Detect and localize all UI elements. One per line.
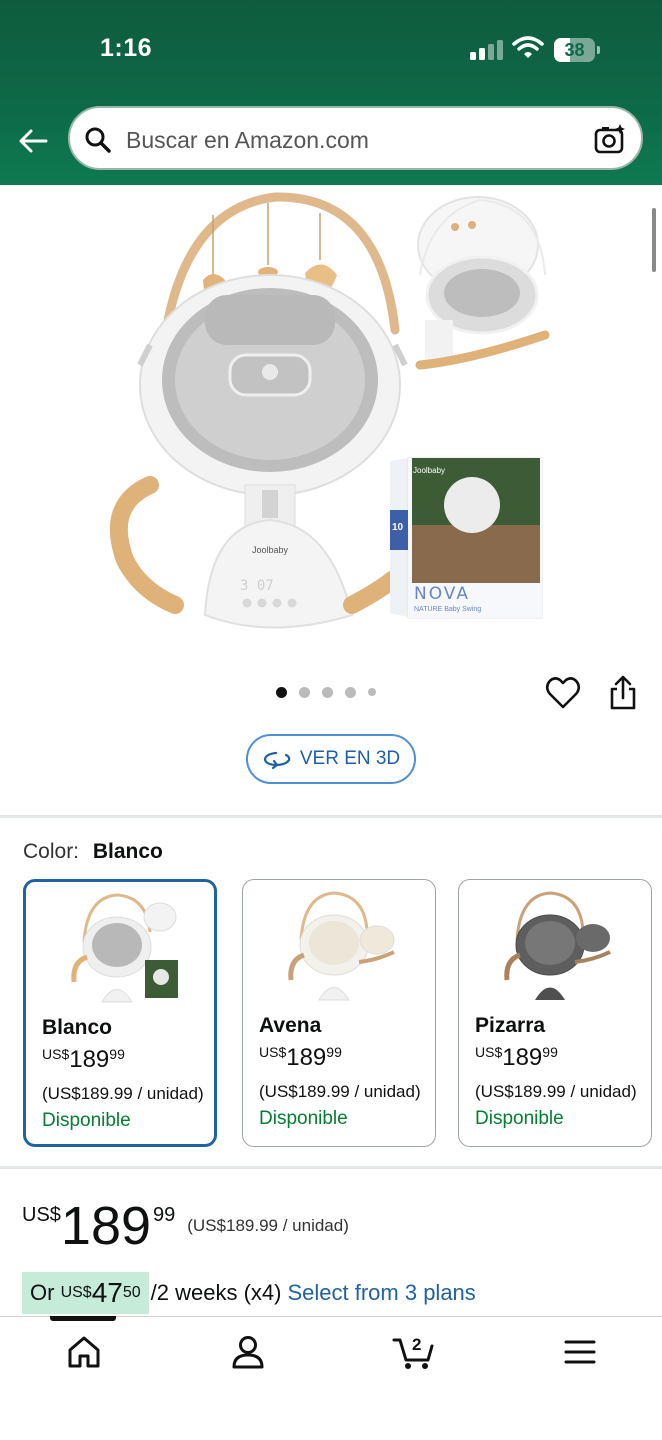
battery-percentage: 38: [564, 40, 585, 60]
view-in-3d-button[interactable]: VER EN 3D: [246, 734, 416, 784]
variant-name: Blanco: [42, 1016, 113, 1039]
variant-thumbnail: [71, 893, 178, 1003]
box-badge: 10: [392, 522, 404, 533]
cellular-signal-icon: [470, 40, 504, 60]
price-unit: (US$189.99 / unidad): [187, 1216, 349, 1235]
color-selector-header: Color: Blanco: [23, 840, 163, 864]
box-product-name: NOVA: [414, 584, 470, 604]
color-option-blanco[interactable]: Blanco US$18999 (US$189.99 / unidad) Dis…: [23, 879, 217, 1147]
price-whole: 189: [60, 1196, 152, 1256]
view-in-3d-label: VER EN 3D: [299, 748, 401, 769]
installment-amount: Or US$ 47 50: [22, 1272, 149, 1314]
gallery-dot[interactable]: [276, 686, 287, 698]
price-currency: US$: [22, 1204, 61, 1226]
product-image-gallery[interactable]: Joolbaby 3 07 Joolbaby 10 NOVA NATURE Ba…: [0, 185, 662, 645]
search-bar[interactable]: Buscar en Amazon.com: [68, 106, 643, 170]
variant-thumbnail: [288, 891, 395, 1001]
app-header: 1:16 38 Buscar en Amazon.com: [0, 0, 662, 185]
variant-price: US$18999: [475, 1044, 558, 1071]
status-time: 1:16: [100, 34, 153, 62]
gallery-dot[interactable]: [322, 686, 333, 698]
product-image: Joolbaby 3 07 Joolbaby 10 NOVA NATURE Ba…: [109, 192, 550, 629]
variant-unit-price: (US$189.99 / unidad): [475, 1082, 637, 1101]
search-icon: [85, 127, 111, 153]
variant-availability: Disponible: [259, 1108, 348, 1129]
variant-price: US$18999: [42, 1046, 125, 1073]
share-icon[interactable]: [606, 674, 640, 712]
account-icon[interactable]: [228, 1332, 268, 1372]
gallery-dot[interactable]: [345, 686, 356, 698]
gallery-pagination-dots[interactable]: [276, 686, 376, 698]
variant-availability: Disponible: [42, 1110, 131, 1131]
installment-period: /2 weeks (x4): [150, 1280, 282, 1305]
scrollbar-thumb[interactable]: [652, 208, 656, 272]
variant-name: Avena: [259, 1014, 322, 1037]
variant-name: Pizarra: [475, 1014, 546, 1037]
cart-count: 2: [412, 1335, 421, 1354]
back-arrow-icon[interactable]: [16, 124, 50, 158]
color-option-avena[interactable]: Avena US$18999 (US$189.99 / unidad) Disp…: [242, 879, 436, 1147]
battery-icon: 38: [554, 38, 600, 62]
color-option-pizarra[interactable]: Pizarra US$18999 (US$189.99 / unidad) Di…: [458, 879, 652, 1147]
variant-unit-price: (US$189.99 / unidad): [259, 1082, 421, 1101]
product-price: US$ 189 99 (US$189.99 / unidad): [22, 1196, 349, 1256]
search-input[interactable]: Buscar en Amazon.com: [126, 127, 369, 154]
box-brand-label: Joolbaby: [413, 466, 445, 475]
active-tab-indicator: [50, 1316, 116, 1321]
product-display-digits: 3 07: [240, 578, 274, 594]
color-label: Color:: [23, 840, 80, 863]
variant-thumbnail: [504, 891, 611, 1000]
selected-color: Blanco: [92, 840, 163, 863]
box-subtitle: NATURE Baby Swing: [414, 606, 481, 613]
section-divider: [0, 815, 662, 818]
variant-availability: Disponible: [475, 1108, 564, 1129]
section-divider: [0, 1166, 662, 1169]
wifi-icon: [512, 36, 544, 58]
installment-offer: Or US$ 47 50 /2 weeks (x4) Select from 3 p…: [22, 1272, 476, 1314]
price-fraction: 99: [153, 1204, 176, 1226]
gallery-dot[interactable]: [299, 686, 310, 698]
rotate-3d-icon: [263, 751, 291, 769]
gallery-dot[interactable]: [368, 688, 376, 696]
select-plans-link[interactable]: Select from 3 plans: [287, 1280, 475, 1306]
variant-price: US$18999: [259, 1044, 342, 1071]
camera-search-icon[interactable]: [593, 122, 627, 156]
menu-icon[interactable]: [560, 1332, 600, 1372]
home-icon[interactable]: [64, 1332, 104, 1372]
product-brand-label: Joolbaby: [252, 545, 289, 555]
heart-icon[interactable]: [545, 676, 581, 710]
variant-unit-price: (US$189.99 / unidad): [42, 1084, 204, 1103]
cart-icon[interactable]: 2: [392, 1332, 436, 1372]
